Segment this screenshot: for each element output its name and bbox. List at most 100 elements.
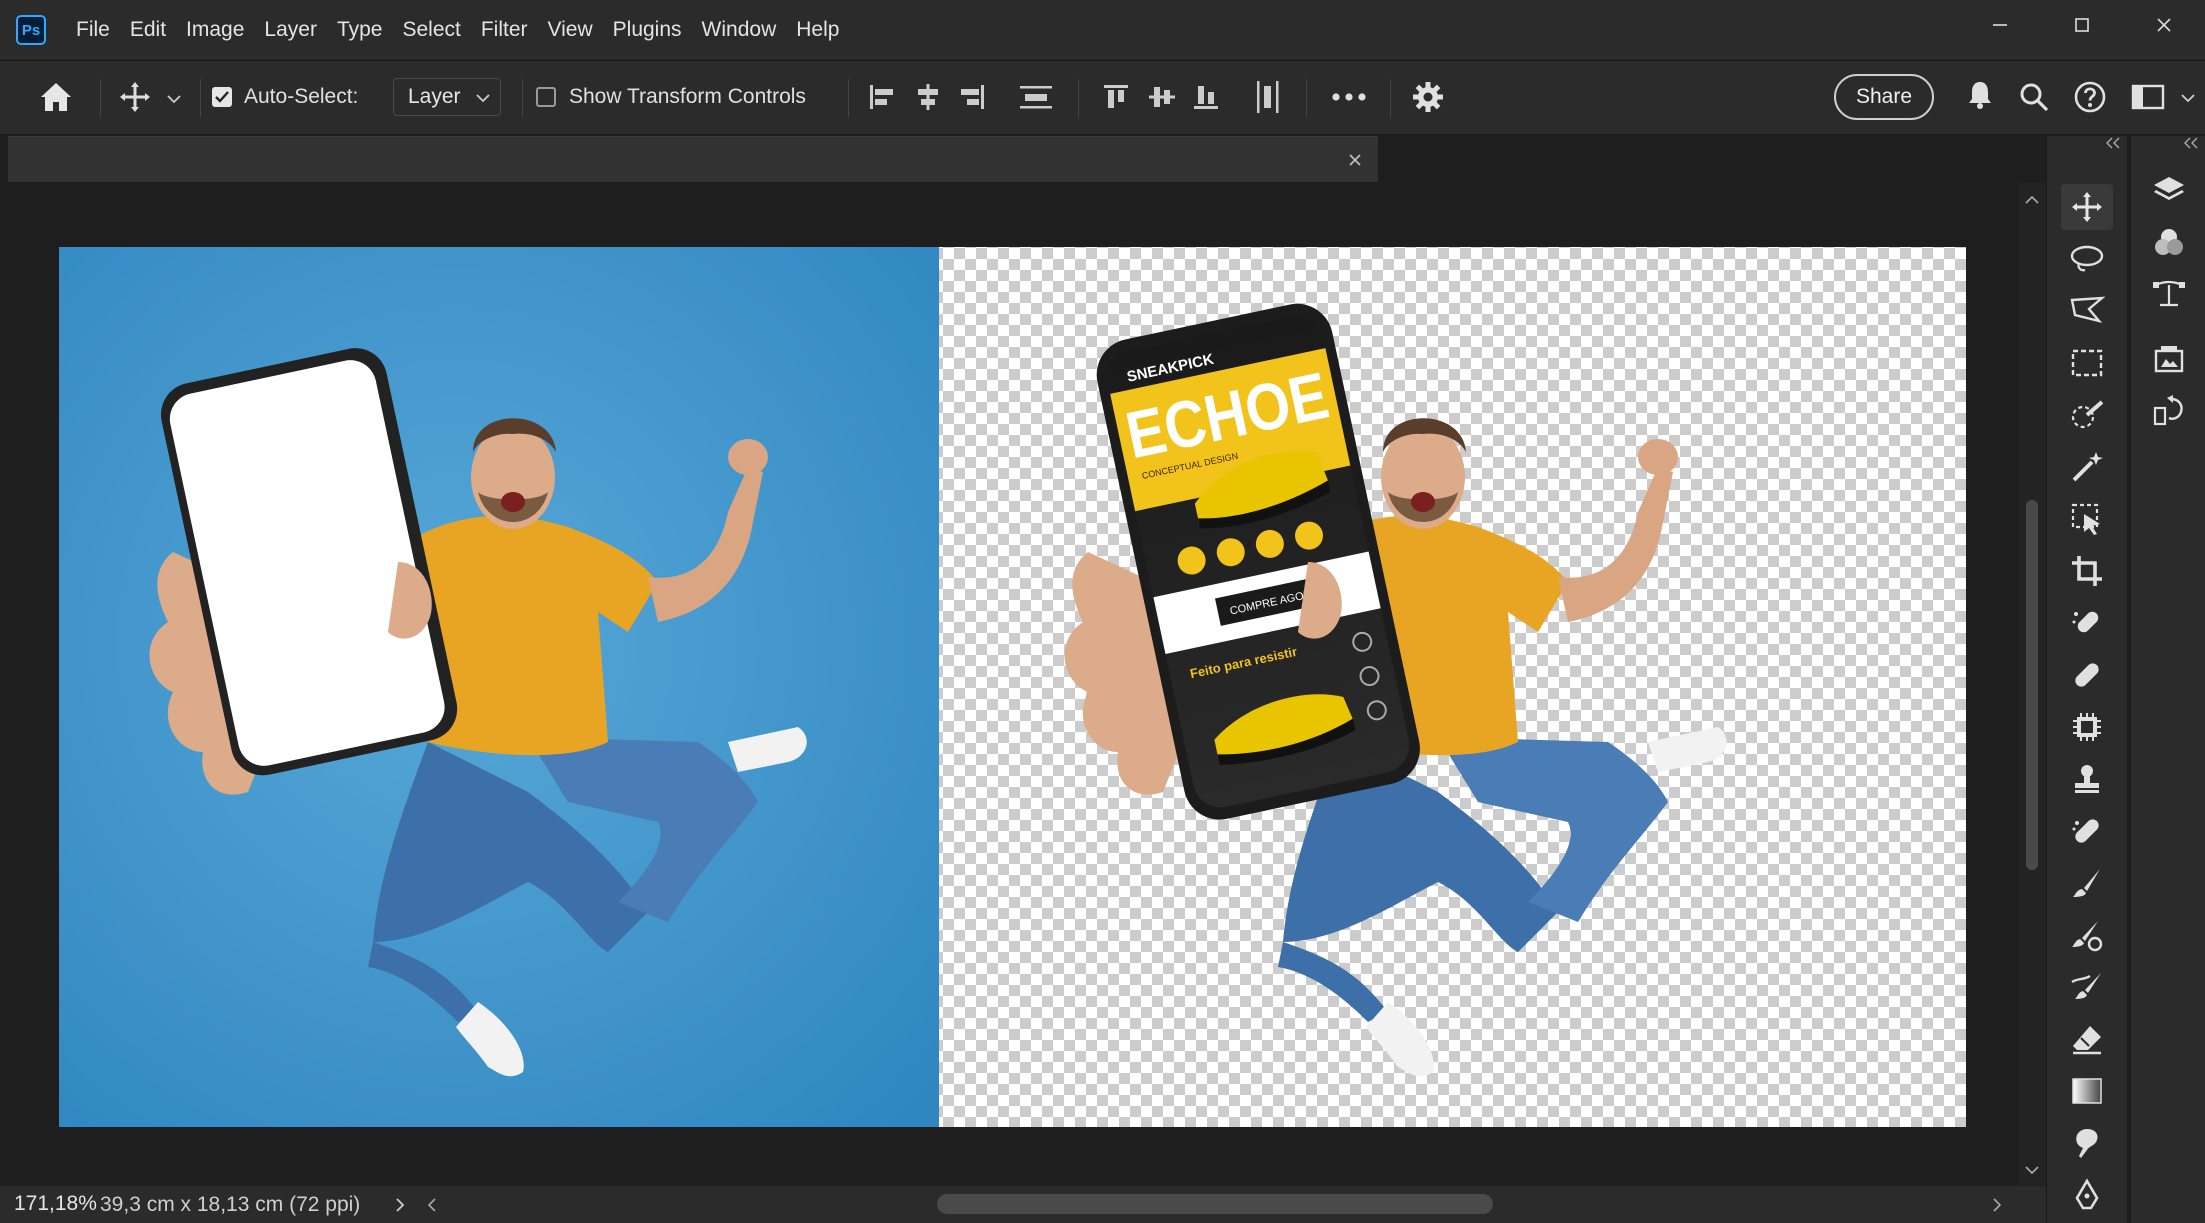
menu-image[interactable]: Image [176, 0, 254, 60]
close-icon [2157, 18, 2171, 32]
auto-select-target-select[interactable]: Layer [393, 78, 501, 116]
gradient-icon [2072, 1078, 2102, 1104]
magic-wand-tool[interactable] [2061, 444, 2113, 490]
smudge-tool[interactable] [2061, 1120, 2113, 1166]
content-aware-icon [2073, 713, 2101, 741]
menu-filter[interactable]: Filter [471, 0, 538, 60]
quick-selection-tool[interactable] [2061, 392, 2113, 438]
align-left-button[interactable] [862, 77, 902, 117]
close-tab-button[interactable] [1344, 149, 1366, 171]
align-bottom-button[interactable] [1186, 77, 1226, 117]
maximize-button[interactable] [2041, 0, 2123, 50]
show-transform-toggle[interactable]: Show Transform Controls [536, 77, 836, 117]
polygonal-lasso-tool[interactable] [2061, 288, 2113, 334]
scroll-left-icon[interactable] [425, 1197, 439, 1213]
bandage-icon [2075, 663, 2099, 687]
color-replacement-tool[interactable] [2061, 912, 2113, 958]
auto-select-toggle[interactable]: Auto-Select: [212, 77, 372, 117]
crop-tool[interactable] [2061, 548, 2113, 594]
vertical-scrollbar[interactable] [2018, 182, 2046, 1185]
rectangular-marquee-tool[interactable] [2061, 340, 2113, 386]
close-button[interactable] [2123, 0, 2205, 50]
workspace-button[interactable] [2126, 77, 2170, 117]
history-panel-button[interactable] [2143, 388, 2195, 434]
distribute-vertical-icon [1020, 86, 1052, 109]
help-button[interactable] [2070, 77, 2110, 117]
menu-help[interactable]: Help [786, 0, 849, 60]
paths-panel-button[interactable] [2143, 270, 2195, 316]
polygonal-lasso-icon [2070, 296, 2105, 324]
menu-plugins[interactable]: Plugins [603, 0, 692, 60]
spot-healing-tool[interactable] [2061, 600, 2113, 646]
tool-preset-dropdown[interactable] [162, 87, 186, 111]
document-info: 39,3 cm x 18,13 cm (72 ppi) [100, 1193, 361, 1216]
menu-layer[interactable]: Layer [254, 0, 327, 60]
document-tab[interactable] [8, 136, 1378, 183]
workspace-icon [2131, 84, 2165, 110]
crop-icon [2072, 556, 2102, 586]
align-left-icon [870, 85, 893, 109]
align-bottom-icon [1194, 86, 1218, 109]
gradient-tool[interactable] [2061, 1068, 2113, 1114]
distribute-horizontal-icon [1257, 81, 1279, 113]
search-button[interactable] [2014, 77, 2054, 117]
menu-edit[interactable]: Edit [120, 0, 176, 60]
status-bar: 171,18% 39,3 cm x 18,13 cm (72 ppi) [0, 1186, 2046, 1223]
healing-brush-tool[interactable] [2061, 652, 2113, 698]
menu-select[interactable]: Select [392, 0, 470, 60]
clone-stamp-tool[interactable] [2061, 756, 2113, 802]
pen-icon [2075, 1178, 2099, 1210]
chevron-down-icon [2181, 94, 2195, 103]
lasso-tool[interactable] [2061, 236, 2113, 282]
notifications-button[interactable] [1960, 75, 2000, 115]
minimize-button[interactable] [1959, 0, 2041, 50]
move-tool[interactable] [2061, 184, 2113, 230]
content-aware-tool[interactable] [2061, 704, 2113, 750]
magic-wand-icon [2072, 452, 2103, 482]
align-hcenter-button[interactable] [908, 77, 948, 117]
menu-window[interactable]: Window [692, 0, 787, 60]
minimize-icon [1993, 24, 2007, 26]
settings-button[interactable] [1408, 77, 1448, 117]
move-tool-preset[interactable] [110, 77, 160, 117]
canvas-area[interactable]: SNEAKPICK ECHOE CONCEPTUAL DESIGN COMPRE… [8, 182, 2018, 1185]
bell-icon [1969, 82, 1991, 109]
more-options-button[interactable] [1326, 77, 1372, 117]
auto-select-checkbox[interactable] [212, 87, 232, 107]
distribute-button[interactable] [1016, 77, 1056, 117]
pen-tool[interactable] [2061, 1172, 2113, 1218]
auto-select-label: Auto-Select: [244, 85, 359, 108]
channels-panel-button[interactable] [2143, 220, 2195, 266]
show-transform-checkbox[interactable] [536, 87, 556, 107]
red-eye-tool[interactable] [2061, 808, 2113, 854]
home-button[interactable] [34, 77, 78, 117]
align-vcenter-button[interactable] [1142, 77, 1182, 117]
mixer-brush-icon [2071, 973, 2101, 999]
collapse-icon[interactable] [2103, 136, 2123, 150]
brush-icon [2073, 869, 2100, 897]
toolbar-panel [2046, 136, 2127, 1223]
libraries-panel-button[interactable] [2143, 336, 2195, 382]
horizontal-scroll-thumb[interactable] [937, 1194, 1493, 1214]
share-button[interactable]: Share [1834, 74, 1934, 120]
scroll-right-icon[interactable] [1990, 1197, 2004, 1213]
object-selection-tool[interactable] [2061, 496, 2113, 542]
align-top-button[interactable] [1096, 77, 1136, 117]
workspace-dropdown[interactable] [2176, 87, 2200, 109]
collapse-icon[interactable] [2181, 136, 2201, 150]
menu-file[interactable]: File [66, 0, 120, 60]
vertical-scroll-thumb[interactable] [2026, 500, 2038, 870]
paths-icon [2153, 280, 2185, 307]
align-right-button[interactable] [952, 77, 992, 117]
chevron-right-icon[interactable] [393, 1197, 407, 1213]
eraser-tool[interactable] [2061, 1016, 2113, 1062]
mixer-brush-tool[interactable] [2061, 964, 2113, 1010]
distribute-horizontal-button[interactable] [1248, 77, 1288, 117]
menu-view[interactable]: View [538, 0, 603, 60]
zoom-level-field[interactable]: 171,18% [14, 1192, 97, 1216]
quick-selection-icon [2071, 400, 2104, 429]
document-canvas[interactable]: SNEAKPICK ECHOE CONCEPTUAL DESIGN COMPRE… [8, 182, 2018, 1185]
menu-type[interactable]: Type [327, 0, 393, 60]
layers-panel-button[interactable] [2143, 168, 2195, 214]
brush-tool[interactable] [2061, 860, 2113, 906]
